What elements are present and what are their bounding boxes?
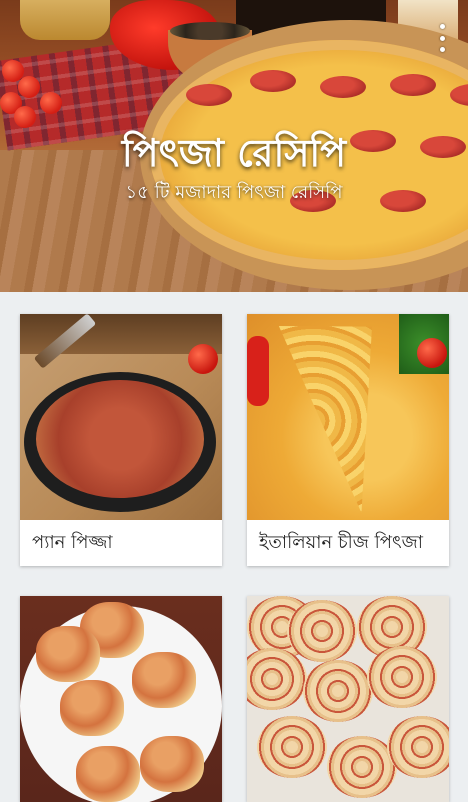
recipe-card-pan-pizza[interactable]: প্যান পিজ্জা xyxy=(20,314,222,566)
pepperoni xyxy=(450,84,468,106)
pizza-pinwheels-image xyxy=(247,596,449,802)
tomato xyxy=(417,338,447,368)
pepperoni xyxy=(186,84,232,106)
pepperoni xyxy=(320,76,366,98)
page-subtitle: ১৫ টি মজাদার পিৎজা রেসিপি xyxy=(125,182,343,203)
pinwheel xyxy=(287,600,357,662)
red-pepper xyxy=(247,336,269,406)
tomato xyxy=(40,92,62,114)
muffin xyxy=(140,736,204,792)
recipe-card-italian-cheese-pizza[interactable]: ইতালিয়ান চীজ পিৎজা xyxy=(247,314,449,566)
tomato xyxy=(188,344,218,374)
more-vert-icon[interactable] xyxy=(432,24,452,52)
muffin xyxy=(132,652,196,708)
oil-bottle xyxy=(20,0,110,40)
muffin xyxy=(60,680,124,736)
pinwheel xyxy=(303,660,373,722)
pinwheel xyxy=(367,646,437,708)
pinwheel xyxy=(387,716,449,778)
pan-pizza-image xyxy=(20,314,222,520)
recipe-grid: প্যান পিজ্জা ইতালিয়ান চীজ পিৎজা xyxy=(0,292,468,802)
pepperoni xyxy=(390,74,436,96)
pepperoni xyxy=(250,70,296,92)
pan-pizza xyxy=(36,380,204,498)
pinwheel xyxy=(257,716,327,778)
pizza-muffins-image xyxy=(20,596,222,802)
recipe-title: ইতালিয়ান চীজ পিৎজা xyxy=(259,531,423,553)
recipe-title: প্যান পিজ্জা xyxy=(32,531,113,553)
muffin xyxy=(36,626,100,682)
muffin xyxy=(76,746,140,802)
tomato xyxy=(18,76,40,98)
recipe-card-pizza-pinwheels[interactable] xyxy=(247,596,449,802)
header-banner: পিৎজা রেসিপি ১৫ টি মজাদার পিৎজা রেসিপি xyxy=(0,0,468,292)
italian-cheese-pizza-image xyxy=(247,314,449,520)
recipe-card-pizza-muffins[interactable] xyxy=(20,596,222,802)
